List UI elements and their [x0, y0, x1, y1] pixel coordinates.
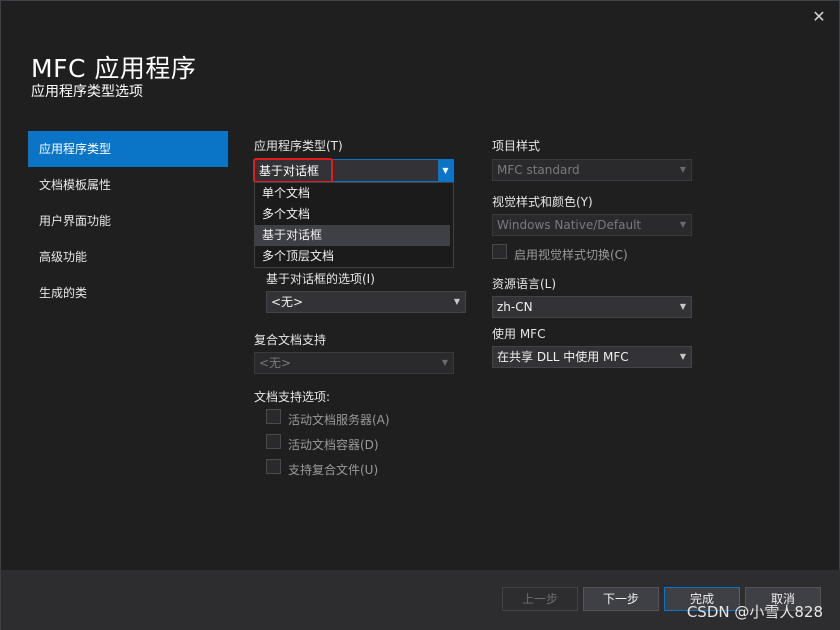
active-doc-server-checkbox[interactable]: [266, 409, 281, 424]
dialog-options-value: <无>: [271, 295, 304, 309]
next-button[interactable]: 下一步: [583, 587, 659, 611]
prev-button[interactable]: 上一步: [502, 587, 578, 611]
close-icon[interactable]: ✕: [809, 7, 829, 27]
project-style-select[interactable]: MFC standard ▼: [492, 159, 692, 181]
app-type-dropdown: 单个文档 多个文档 基于对话框 多个顶层文档: [254, 182, 454, 268]
visual-style-value: Windows Native/Default: [497, 218, 642, 232]
wizard-window: ✕ MFC 应用程序 应用程序类型选项 应用程序类型 文档模板属性 用户界面功能…: [0, 0, 840, 630]
resource-lang-label: 资源语言(L): [492, 277, 557, 291]
use-mfc-select[interactable]: 在共享 DLL 中使用 MFC ▼: [492, 346, 692, 368]
compound-files-label: 支持复合文件(U): [288, 463, 379, 477]
visual-style-label: 视觉样式和颜色(Y): [492, 195, 593, 209]
visual-style-toggle-label: 启用视觉样式切换(C): [514, 248, 628, 262]
compound-doc-label: 复合文档支持: [254, 333, 327, 347]
dialog-options-select[interactable]: <无> ▼: [266, 291, 466, 313]
chevron-down-icon: ▼: [679, 352, 686, 361]
use-mfc-value: 在共享 DLL 中使用 MFC: [497, 350, 629, 364]
chevron-down-icon[interactable]: ▼: [438, 160, 453, 181]
active-doc-server-label: 活动文档服务器(A): [288, 413, 390, 427]
active-doc-container-label: 活动文档容器(D): [288, 438, 379, 452]
visual-style-toggle-checkbox[interactable]: [492, 244, 507, 259]
chevron-down-icon: ▼: [441, 358, 448, 367]
project-style-label: 项目样式: [492, 139, 541, 153]
chevron-down-icon: ▼: [679, 165, 686, 174]
project-style-value: MFC standard: [497, 163, 580, 177]
chevron-down-icon: ▼: [679, 220, 686, 229]
sidebar-item-app-type[interactable]: 应用程序类型: [28, 131, 228, 167]
dialog-options-label: 基于对话框的选项(I): [266, 272, 375, 286]
page-title: MFC 应用程序: [31, 54, 197, 83]
sidebar: 应用程序类型 文档模板属性 用户界面功能 高级功能 生成的类: [28, 131, 228, 311]
dropdown-option-dialog[interactable]: 基于对话框: [255, 225, 450, 246]
resource-lang-select[interactable]: zh-CN ▼: [492, 296, 692, 318]
active-doc-container-checkbox[interactable]: [266, 434, 281, 449]
compound-doc-select[interactable]: <无> ▼: [254, 352, 454, 374]
app-type-label: 应用程序类型(T): [254, 139, 343, 153]
dropdown-option-single-doc[interactable]: 单个文档: [255, 183, 453, 204]
highlight-box: [253, 158, 333, 183]
resource-lang-value: zh-CN: [497, 300, 533, 314]
compound-doc-value: <无>: [259, 356, 292, 370]
sidebar-item-advanced[interactable]: 高级功能: [28, 239, 228, 275]
compound-files-checkbox[interactable]: [266, 459, 281, 474]
doc-support-label: 文档支持选项:: [254, 390, 331, 404]
dropdown-option-multi-doc[interactable]: 多个文档: [255, 204, 453, 225]
sidebar-item-generated-classes[interactable]: 生成的类: [28, 275, 228, 311]
use-mfc-label: 使用 MFC: [492, 327, 546, 341]
chevron-down-icon: ▼: [453, 297, 460, 306]
sidebar-item-ui-features[interactable]: 用户界面功能: [28, 203, 228, 239]
watermark: CSDN @小雪人828: [686, 603, 823, 621]
visual-style-select[interactable]: Windows Native/Default ▼: [492, 214, 692, 236]
page-subtitle: 应用程序类型选项: [31, 84, 143, 100]
sidebar-item-doc-template[interactable]: 文档模板属性: [28, 167, 228, 203]
dropdown-option-multi-top[interactable]: 多个顶层文档: [255, 246, 453, 267]
chevron-down-icon: ▼: [679, 302, 686, 311]
